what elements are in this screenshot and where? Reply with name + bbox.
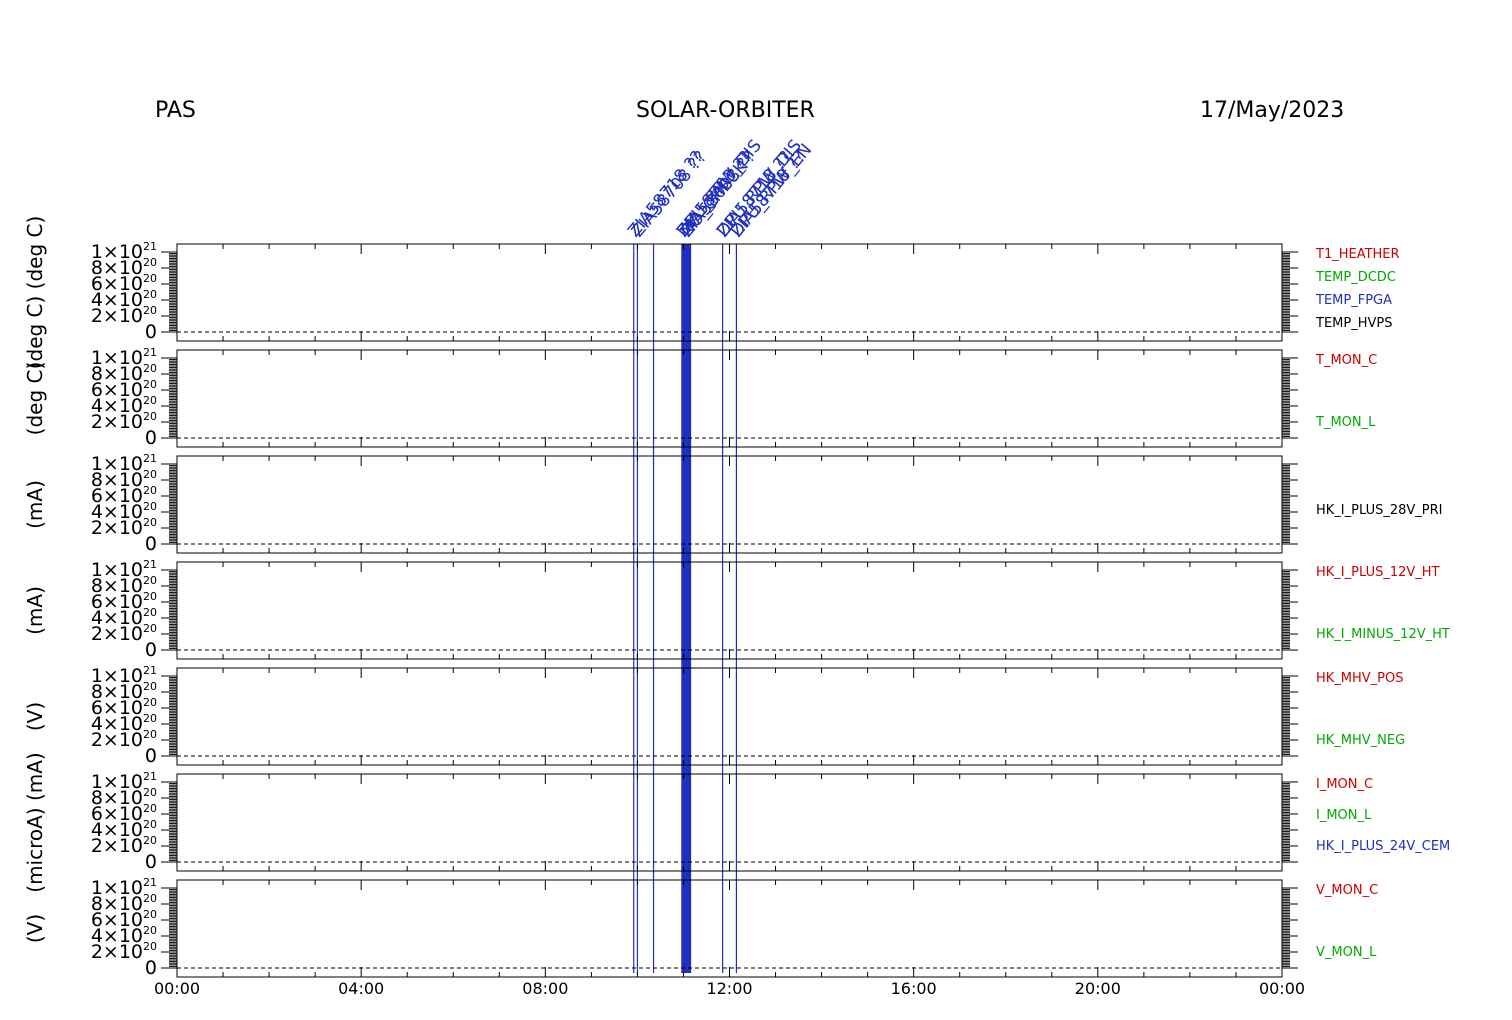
ytick-label: 0 — [145, 745, 157, 767]
panel-frame — [176, 561, 1283, 660]
panel-frame — [176, 879, 1283, 978]
legend-entry: HK_I_PLUS_24V_CEM — [1316, 839, 1450, 854]
ytick-label: 0 — [145, 427, 157, 449]
legend-entry: TEMP_DCDC — [1315, 270, 1396, 285]
ytick-label: 0 — [145, 321, 157, 343]
legend-entry: I_MON_C — [1316, 777, 1373, 792]
ytick-label: 0 — [145, 533, 157, 555]
panel-1: 02×10204×10206×10208×10201×1021(deg C) (… — [23, 216, 1400, 370]
xtick-label: 04:00 — [338, 979, 384, 998]
legend-entry: I_MON_L — [1316, 808, 1372, 823]
legend-entry: V_MON_L — [1316, 945, 1377, 960]
xtick-label: 08:00 — [522, 979, 568, 998]
panel-7: 02×10204×10206×10208×10201×1021(V)V_MON_… — [23, 876, 1378, 979]
panel-5: 02×10204×10206×10208×10201×1021(V)HK_MHV… — [23, 664, 1405, 767]
legend-entry: HK_I_PLUS_12V_HT — [1316, 565, 1440, 580]
y-axis-label: (deg C) (deg C) — [23, 216, 47, 370]
legend-entry: TEMP_FPGA — [1315, 293, 1392, 308]
header-instrument: PAS — [155, 98, 196, 123]
header-mission: SOLAR-ORBITER — [636, 98, 815, 123]
legend-entry: HK_I_MINUS_12V_HT — [1316, 627, 1450, 642]
panel-3: 02×10204×10206×10208×10201×1021(mA) HK_I_… — [23, 452, 1442, 555]
y-axis-label: (deg C) — [23, 362, 47, 436]
ytick-label: 0 — [145, 639, 157, 661]
panel-frame — [176, 243, 1283, 342]
xtick-label: 00:00 — [1259, 979, 1305, 998]
legend-entry: T_MON_L — [1315, 415, 1376, 430]
panel-frame — [176, 773, 1283, 872]
legend-entry: T1_HEATHER — [1315, 247, 1400, 262]
xtick-label: 12:00 — [706, 979, 752, 998]
panel-frame — [176, 667, 1283, 766]
panel-frame — [176, 455, 1283, 554]
panel-frame — [176, 349, 1283, 448]
xtick-label: 20:00 — [1075, 979, 1121, 998]
ytick-label: 0 — [145, 957, 157, 979]
header-date: 17/May/2023 — [1200, 98, 1344, 123]
y-axis-label: (V) — [23, 702, 47, 731]
ytick-label: 0 — [145, 851, 157, 873]
xtick-label: 00:00 — [154, 979, 200, 998]
y-axis-label: (V) — [23, 914, 47, 943]
panel-2: 02×10204×10206×10208×10201×1021(deg C)T_… — [23, 346, 1377, 449]
x-axis: 00:00 04:00 08:00 12:00 16:00 20:00 00:00 — [154, 979, 1305, 998]
event-markers: ZIA58718 ??ZIA58708 ??ZIA58703 ??ZIA5800… — [624, 136, 816, 973]
y-axis-label: (microA) (mA) — [23, 752, 47, 892]
legend-entry: HK_I_PLUS_28V_PRI — [1316, 503, 1442, 518]
housekeeping-chart: PAS SOLAR-ORBITER 17/May/2023 ZIA58718 ?… — [23, 98, 1450, 998]
legend-entry: TEMP_HVPS — [1315, 316, 1392, 331]
xtick-label: 16:00 — [891, 979, 937, 998]
legend-entry: HK_MHV_NEG — [1316, 733, 1405, 748]
legend-entry: V_MON_C — [1316, 883, 1378, 898]
y-axis-label: (mA) — [23, 480, 47, 529]
y-axis-label: (mA) — [23, 586, 47, 635]
legend-entry: T_MON_C — [1315, 353, 1377, 368]
legend-entry: HK_MHV_POS — [1316, 671, 1404, 686]
